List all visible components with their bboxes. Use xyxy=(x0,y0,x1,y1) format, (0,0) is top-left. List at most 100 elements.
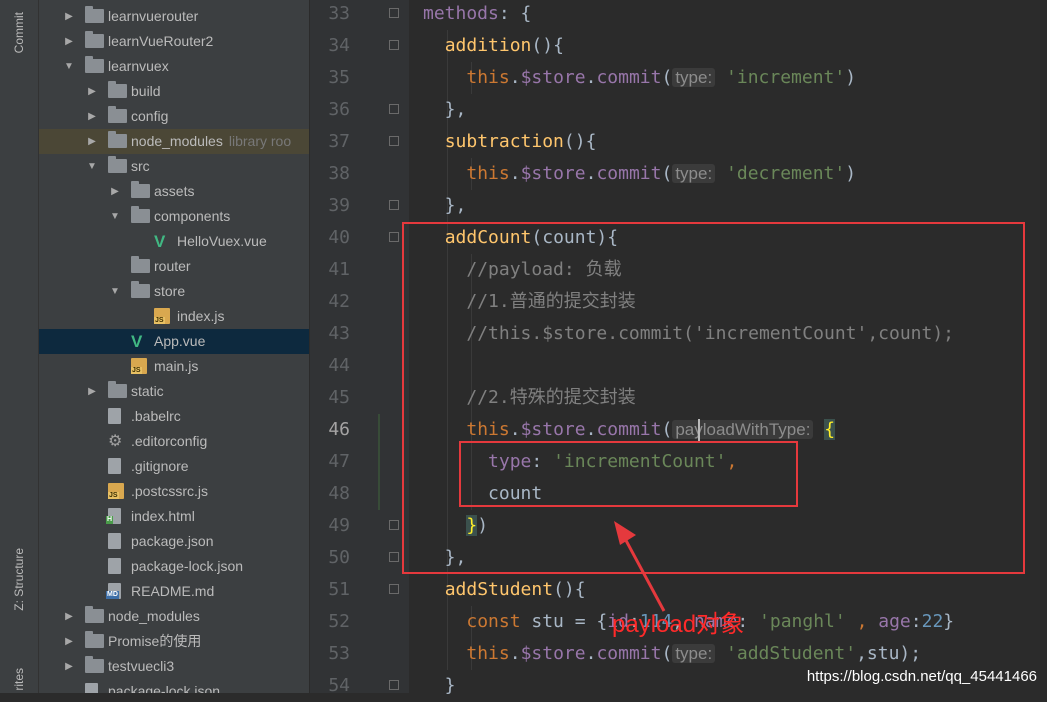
tree-item-label: static xyxy=(131,383,164,399)
code-line[interactable]: }, xyxy=(423,94,467,126)
tree-item-hellovuex-vue[interactable]: V HelloVuex.vue xyxy=(39,229,309,254)
folder-icon xyxy=(85,606,104,623)
code-line[interactable]: addStudent(){ xyxy=(423,574,586,606)
chevron-down-icon[interactable]: ▼ xyxy=(63,54,75,79)
tree-item-label: assets xyxy=(154,183,195,199)
tree-item-store[interactable]: ▼ store xyxy=(39,279,309,304)
code-token: . xyxy=(585,67,597,88)
tree-item-promise-[interactable]: ▶ Promise的使用 xyxy=(39,629,309,654)
code-line[interactable]: subtraction(){ xyxy=(423,126,597,158)
tree-item-label: Promise的使用 xyxy=(108,633,202,649)
tree-item-build[interactable]: ▶ build xyxy=(39,79,309,104)
structure-tab[interactable]: Z: Structure xyxy=(12,548,26,611)
tree-item-router[interactable]: router xyxy=(39,254,309,279)
tree-item-index-js[interactable]: JS index.js xyxy=(39,304,309,329)
tree-item--postcssrc-js[interactable]: JS .postcssrc.js xyxy=(39,479,309,504)
line-number: 45 xyxy=(328,387,350,408)
tree-item-readme-md[interactable]: MD README.md xyxy=(39,579,309,604)
file-icon xyxy=(108,558,121,574)
code-token: commit xyxy=(596,163,662,184)
tree-item--editorconfig[interactable]: ⚙ .editorconfig xyxy=(39,429,309,454)
file-icon xyxy=(108,458,121,474)
tree-item--gitignore[interactable]: .gitignore xyxy=(39,454,309,479)
tree-item-testvuecli3[interactable]: ▶ testvuecli3 xyxy=(39,654,309,679)
fold-marker-icon[interactable] xyxy=(389,136,399,148)
line-number: 49 xyxy=(328,515,350,536)
fold-marker-icon[interactable] xyxy=(389,584,399,596)
tree-item-learnvuerouter[interactable]: ▶ learnvuerouter xyxy=(39,4,309,29)
tree-item-label: index.html xyxy=(131,508,195,524)
tree-item-learnvuerouter2[interactable]: ▶ learnVueRouter2 xyxy=(39,29,309,54)
tree-item-learnvuex[interactable]: ▼ learnvuex xyxy=(39,54,309,79)
file-icon xyxy=(108,533,121,549)
commit-tab[interactable]: Commit xyxy=(12,12,26,53)
line-number: 52 xyxy=(328,611,350,632)
code-line[interactable]: }, xyxy=(423,190,467,222)
code-token: . xyxy=(585,163,597,184)
tree-item-config[interactable]: ▶ config xyxy=(39,104,309,129)
chevron-right-icon[interactable]: ▶ xyxy=(109,179,121,204)
chevron-right-icon[interactable]: ▶ xyxy=(86,79,98,104)
tree-item--babelrc[interactable]: .babelrc xyxy=(39,404,309,429)
chevron-right-icon[interactable]: ▶ xyxy=(63,654,75,679)
tree-item-label: App.vue xyxy=(154,333,206,349)
code-line[interactable]: addition(){ xyxy=(423,30,564,62)
tree-item-index-html[interactable]: Hindex.html xyxy=(39,504,309,529)
tree-item-node-modules[interactable]: ▶ node_modules library roo xyxy=(39,129,309,154)
folder-icon xyxy=(108,381,127,398)
line-number: 37 xyxy=(328,131,350,152)
tree-item-package-lock-json[interactable]: package-lock.json xyxy=(39,554,309,579)
code-token: . xyxy=(509,163,521,184)
fold-marker-icon[interactable] xyxy=(389,232,399,244)
fold-marker-icon[interactable] xyxy=(389,520,399,532)
tree-item-label: src xyxy=(131,158,150,174)
code-line[interactable]: methods: { xyxy=(423,0,531,30)
code-token: 'increment' xyxy=(726,67,846,88)
fold-marker-icon[interactable] xyxy=(389,552,399,564)
code-line[interactable]: this.$store.commit(type: 'decrement') xyxy=(423,158,856,190)
line-number: 42 xyxy=(328,291,350,312)
favorites-tab[interactable]: rites xyxy=(12,668,26,691)
chevron-down-icon[interactable]: ▼ xyxy=(86,154,98,179)
fold-marker-icon[interactable] xyxy=(389,104,399,116)
chevron-right-icon[interactable]: ▶ xyxy=(86,379,98,404)
chevron-down-icon[interactable]: ▼ xyxy=(109,279,121,304)
line-number: 46 xyxy=(328,419,350,440)
chevron-right-icon[interactable]: ▶ xyxy=(86,104,98,129)
line-number: 51 xyxy=(328,579,350,600)
fold-marker-icon[interactable] xyxy=(389,200,399,212)
chevron-right-icon[interactable]: ▶ xyxy=(63,604,75,629)
vue-file-icon: V xyxy=(131,332,143,351)
line-number: 40 xyxy=(328,227,350,248)
tree-item-main-js[interactable]: JS main.js xyxy=(39,354,309,379)
line-number: 53 xyxy=(328,643,350,664)
fold-marker-icon[interactable] xyxy=(389,680,399,692)
gear-icon: ⚙ xyxy=(108,433,123,450)
vue-file-icon: V xyxy=(154,232,166,251)
fold-marker-icon[interactable] xyxy=(389,8,399,20)
tree-item-src[interactable]: ▼ src xyxy=(39,154,309,179)
chevron-right-icon[interactable]: ▶ xyxy=(63,629,75,654)
code-line[interactable]: } xyxy=(423,670,456,702)
fold-marker-icon[interactable] xyxy=(389,40,399,52)
tree-item-static[interactable]: ▶ static xyxy=(39,379,309,404)
code-token: this xyxy=(466,163,510,184)
chevron-right-icon[interactable]: ▶ xyxy=(63,29,75,54)
code-token: ( xyxy=(661,163,673,184)
tree-item-components[interactable]: ▼ components xyxy=(39,204,309,229)
line-number: 38 xyxy=(328,163,350,184)
tree-item-package-json[interactable]: package.json xyxy=(39,529,309,554)
chevron-down-icon[interactable]: ▼ xyxy=(109,204,121,229)
code-line[interactable]: this.$store.commit(type: 'addStudent',st… xyxy=(423,638,921,670)
tree-item-package-lock-json[interactable]: package-lock.json xyxy=(39,679,309,693)
code-line[interactable]: this.$store.commit(type: 'increment') xyxy=(423,62,856,94)
tree-item-node-modules[interactable]: ▶ node_modules xyxy=(39,604,309,629)
chevron-right-icon[interactable]: ▶ xyxy=(63,4,75,29)
code-token: addition xyxy=(444,35,532,56)
chevron-right-icon[interactable]: ▶ xyxy=(86,129,98,154)
folder-icon xyxy=(131,256,150,273)
tree-item-app-vue[interactable]: V App.vue xyxy=(39,329,309,354)
tree-item-assets[interactable]: ▶ assets xyxy=(39,179,309,204)
